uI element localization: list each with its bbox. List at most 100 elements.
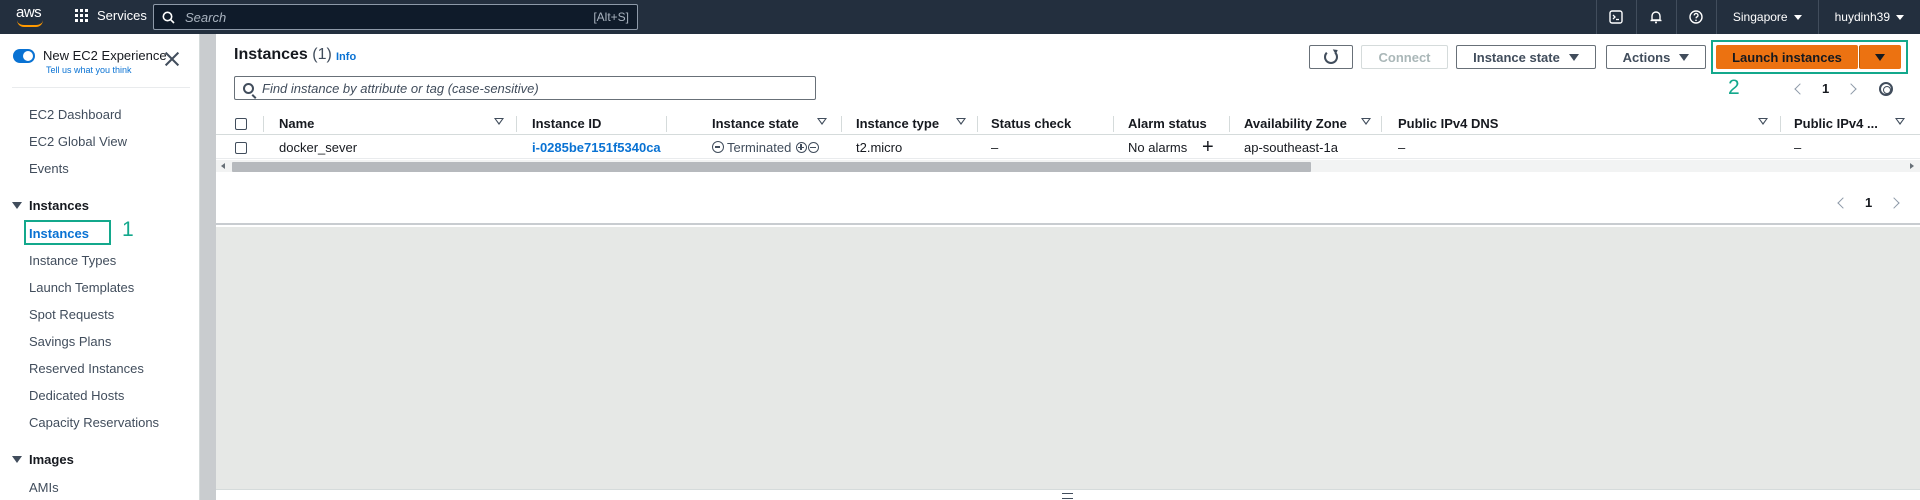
- split-panel-handle-bar[interactable]: [216, 489, 1920, 500]
- column-header-name[interactable]: Name: [279, 116, 314, 131]
- column-header-instance-type[interactable]: Instance type: [856, 116, 939, 131]
- column-divider: [841, 116, 842, 132]
- filter-placeholder: Find instance by attribute or tag (case-…: [262, 80, 539, 96]
- zoom-out-icon[interactable]: [807, 142, 819, 153]
- select-all-checkbox[interactable]: [235, 118, 247, 130]
- cell-alarm-status: No alarms: [1128, 140, 1188, 155]
- scrollbar-thumb[interactable]: [232, 162, 1311, 172]
- region-label: Singapore: [1732, 10, 1788, 24]
- account-username: huydinh39: [1834, 10, 1890, 24]
- sidebar-scrollbar[interactable]: [200, 34, 216, 500]
- scroll-left-arrow-icon[interactable]: [221, 163, 225, 169]
- sidebar-item-launch-templates[interactable]: Launch Templates: [29, 280, 134, 295]
- instances-panel: Instances (1) Info Connect Instance stat…: [216, 34, 1920, 225]
- sort-icon[interactable]: [1361, 118, 1371, 125]
- connect-label: Connect: [1378, 49, 1431, 65]
- help-button[interactable]: [1675, 0, 1716, 34]
- current-page[interactable]: 1: [1822, 81, 1829, 96]
- table-row[interactable]: docker_sever i-0285be7151f5340ca Termina…: [216, 136, 1920, 159]
- services-menu-button[interactable]: Services: [75, 8, 147, 23]
- table-horizontal-scrollbar[interactable]: [216, 160, 1920, 172]
- sort-icon[interactable]: [1895, 118, 1905, 125]
- drag-handle-icon[interactable]: [1062, 493, 1073, 499]
- caret-down-icon: [1568, 53, 1579, 61]
- refresh-button[interactable]: [1309, 45, 1353, 69]
- chevron-right-icon[interactable]: [1888, 196, 1900, 209]
- caret-down-icon: [1679, 53, 1690, 61]
- new-experience-toggle-row: New EC2 Experience Tell us what you thin…: [13, 48, 167, 75]
- column-header-alarm-status[interactable]: Alarm status: [1128, 116, 1207, 131]
- zoom-in-icon[interactable]: [795, 142, 807, 153]
- instance-state-button[interactable]: Instance state: [1456, 45, 1596, 69]
- sidebar-section-instances[interactable]: Instances: [12, 198, 89, 213]
- settings-gear-icon[interactable]: [1879, 82, 1893, 96]
- sort-icon[interactable]: [1758, 118, 1768, 125]
- top-right-controls: Singapore huydinh39: [1595, 0, 1920, 34]
- services-label: Services: [97, 8, 147, 23]
- sidebar-divider: [12, 87, 190, 88]
- annotation-number-1: 1: [122, 218, 134, 241]
- feedback-link[interactable]: Tell us what you think: [46, 65, 167, 75]
- sidebar-item-dedicated-hosts[interactable]: Dedicated Hosts: [29, 388, 124, 403]
- sidebar-section-label: Images: [29, 452, 74, 467]
- column-header-status-check[interactable]: Status check: [991, 116, 1071, 131]
- column-divider: [1381, 116, 1382, 132]
- column-header-public-ipv4[interactable]: Public IPv4 ...: [1794, 116, 1878, 131]
- top-pagination: 1: [1794, 81, 1857, 96]
- page-title-text: Instances: [234, 46, 308, 63]
- sidebar-section-images[interactable]: Images: [12, 452, 74, 467]
- sort-icon[interactable]: [956, 118, 966, 125]
- sidebar-item-events[interactable]: Events: [29, 161, 69, 176]
- search-placeholder: Search: [185, 9, 227, 25]
- sort-icon[interactable]: [817, 118, 827, 125]
- current-page[interactable]: 1: [1865, 195, 1872, 210]
- chevron-left-icon[interactable]: [1837, 196, 1849, 209]
- info-link[interactable]: Info: [336, 51, 356, 63]
- actions-button[interactable]: Actions: [1606, 45, 1706, 69]
- sidebar-item-ec2-dashboard[interactable]: EC2 Dashboard: [29, 107, 122, 122]
- sidebar-item-instance-types[interactable]: Instance Types: [29, 253, 116, 268]
- add-alarm-icon[interactable]: +: [1202, 137, 1214, 157]
- column-divider: [1229, 116, 1230, 132]
- search-icon: [162, 11, 175, 24]
- sidebar-section-label: Instances: [29, 198, 89, 213]
- column-divider: [263, 116, 264, 132]
- sidebar-item-savings-plans[interactable]: Savings Plans: [29, 334, 111, 349]
- aws-smile-icon: [17, 20, 43, 27]
- cell-name: docker_sever: [279, 140, 358, 155]
- cloudshell-button[interactable]: [1595, 0, 1636, 34]
- side-navigation: New EC2 Experience Tell us what you thin…: [0, 34, 200, 500]
- cell-public-ipv4-dns: –: [1398, 140, 1406, 155]
- cell-instance-id-link[interactable]: i-0285be7151f5340ca: [532, 140, 661, 155]
- row-checkbox[interactable]: [235, 142, 247, 154]
- column-header-public-ipv4-dns[interactable]: Public IPv4 DNS: [1398, 116, 1498, 131]
- connect-button[interactable]: Connect: [1361, 45, 1448, 69]
- table-header: Name Instance ID Instance state Instance…: [216, 113, 1920, 135]
- account-menu[interactable]: huydinh39: [1817, 0, 1920, 34]
- chevron-left-icon[interactable]: [1794, 82, 1806, 95]
- sort-icon[interactable]: [494, 118, 504, 125]
- column-header-instance-id[interactable]: Instance ID: [532, 116, 601, 131]
- cell-status-check: –: [991, 140, 999, 155]
- sidebar-item-reserved-instances[interactable]: Reserved Instances: [29, 361, 144, 376]
- details-empty-area: [216, 227, 1920, 500]
- cell-availability-zone: ap-southeast-1a: [1244, 140, 1338, 155]
- chevron-right-icon[interactable]: [1845, 82, 1857, 95]
- chevron-down-icon: [1793, 14, 1802, 20]
- column-header-instance-state[interactable]: Instance state: [712, 116, 799, 131]
- global-search-input[interactable]: Search [Alt+S]: [153, 4, 638, 30]
- sidebar-item-capacity-reservations[interactable]: Capacity Reservations: [29, 415, 159, 430]
- column-header-availability-zone[interactable]: Availability Zone: [1244, 116, 1347, 131]
- region-selector[interactable]: Singapore: [1715, 0, 1818, 34]
- scroll-right-arrow-icon[interactable]: [1910, 163, 1914, 169]
- sidebar-item-amis[interactable]: AMIs: [29, 480, 59, 495]
- new-experience-toggle[interactable]: [13, 49, 35, 63]
- instance-filter-input[interactable]: Find instance by attribute or tag (case-…: [234, 76, 816, 100]
- instance-count: (1): [312, 46, 332, 63]
- aws-logo[interactable]: aws: [16, 5, 46, 28]
- sidebar-item-ec2-global-view[interactable]: EC2 Global View: [29, 134, 127, 149]
- bell-icon: [1650, 11, 1662, 24]
- sidebar-item-spot-requests[interactable]: Spot Requests: [29, 307, 114, 322]
- notifications-button[interactable]: [1635, 0, 1676, 34]
- close-icon[interactable]: [164, 51, 180, 67]
